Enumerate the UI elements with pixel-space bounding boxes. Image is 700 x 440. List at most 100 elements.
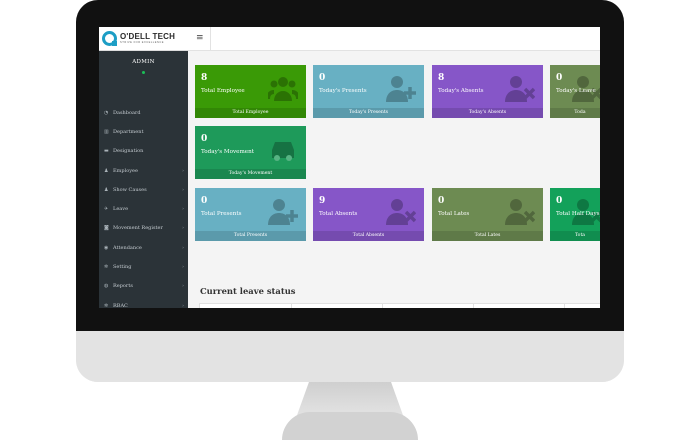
brand-name: O'DELL TECH <box>120 31 176 41</box>
stat-title: Total Presents <box>201 211 242 217</box>
stat-value: 0 <box>201 134 208 144</box>
sidebar-item-label: Employee <box>113 167 138 174</box>
dashboard-content: 8 Total Employee Total Employee 0 Today's Pr… <box>188 51 600 308</box>
leave-type-cell: Sick Leave <box>200 304 292 308</box>
stat-value: 0 <box>556 73 563 83</box>
user-add-icon <box>268 196 298 226</box>
report-icon: ◍ <box>104 283 109 290</box>
sidebar-item-label: Show Causes <box>113 186 147 193</box>
stat-footer-link[interactable]: Total Employee <box>195 108 306 118</box>
sidebar-item-label: Designation <box>113 148 144 155</box>
sidebar-item-show-causes[interactable]: ♟ Show Causes › <box>99 180 188 199</box>
leave-stat-cell: Leave Balance: 10 <box>474 304 565 308</box>
car-icon <box>268 134 298 164</box>
sidebar-item-label: Attendance <box>113 244 142 251</box>
user-remove-icon <box>505 196 536 226</box>
chevron-right-icon: › <box>182 206 184 213</box>
online-status-dot <box>142 71 145 74</box>
leave-status-table: Sick LeaveTotal Leave: 10Spent Leave: 0L… <box>199 303 600 308</box>
dashboard-icon: ◔ <box>104 109 109 116</box>
chevron-right-icon: › <box>182 186 184 193</box>
stat-card-total-lates[interactable]: 0 Total Lates Total Lates <box>432 188 543 241</box>
users-icon: ♟ <box>104 186 109 193</box>
stat-card-today-s-absents[interactable]: 8 Today's Absents Today's Absents <box>432 65 543 118</box>
stat-title: Today's Movement <box>201 149 254 155</box>
stat-footer-link[interactable]: Today's Movement <box>195 169 306 179</box>
sidebar-item-label: Setting <box>113 264 132 271</box>
chevron-right-icon: › <box>182 264 184 271</box>
chevron-right-icon: › <box>182 244 184 251</box>
stat-value: 0 <box>201 196 208 206</box>
stat-card-today-s-movement[interactable]: 0 Today's Movement Today's Movement <box>195 126 306 179</box>
stat-title: Total Lates <box>438 211 470 217</box>
leave-stat-cell: Total Leave: 10 <box>292 304 383 308</box>
sidebar-item-label: Reports <box>113 283 133 290</box>
stat-card-total-presents[interactable]: 0 Total Presents Total Presents <box>195 188 306 241</box>
stat-footer-link[interactable]: Total Presents <box>195 231 306 241</box>
sidebar-item-label: Movement Register <box>113 225 163 232</box>
stat-footer-link[interactable]: Tota <box>550 231 600 241</box>
stat-value: 0 <box>319 73 326 83</box>
user-remove-icon <box>386 196 417 226</box>
sidebar-item-setting[interactable]: ✲ Setting › <box>99 257 188 276</box>
stat-card-total-half-days[interactable]: 0 Total Half Days Tota <box>550 188 600 241</box>
stat-footer-link[interactable]: Total Lates <box>432 231 543 241</box>
stat-title: Today's Leave <box>556 88 596 94</box>
user-panel: ADMIN <box>99 51 188 103</box>
stat-card-total-employee[interactable]: 8 Total Employee Total Employee <box>195 65 306 118</box>
car-icon: ◙ <box>104 225 109 232</box>
users-icon: ♟ <box>104 167 109 174</box>
stat-title: Today's Presents <box>319 88 367 94</box>
sidebar-item-employee[interactable]: ♟ Employee › <box>99 161 188 180</box>
stat-footer-link[interactable]: Toda <box>550 108 600 118</box>
user-role: ADMIN <box>132 59 155 65</box>
monitor-stand-base <box>282 412 418 440</box>
chevron-right-icon: › <box>182 225 184 232</box>
stat-card-total-absents[interactable]: 9 Total Absents Total Absents <box>313 188 424 241</box>
leave-status-title: Current leave status <box>200 286 296 296</box>
sidebar-item-reports[interactable]: ◍ Reports › <box>99 277 188 296</box>
sidebar-item-designation[interactable]: ▬ Designation <box>99 142 188 161</box>
chevron-right-icon: › <box>182 283 184 290</box>
sidebar-item-movement-register[interactable]: ◙ Movement Register › <box>99 219 188 238</box>
monitor-chin <box>76 331 624 382</box>
stat-title: Total Half Days <box>556 211 600 217</box>
sidebar-item-label: RBAC <box>113 302 128 308</box>
gear-icon: ✲ <box>104 302 109 308</box>
sidebar-nav: ◔ Dashboard ▥ Department ▬ Designation ♟ Employ… <box>99 103 188 308</box>
brand-tagline: STRIVE FOR EXCELLENCE <box>120 40 164 44</box>
sidebar-item-department[interactable]: ▥ Department <box>99 122 188 141</box>
user-remove-icon <box>505 73 536 103</box>
sidebar-item-attendance[interactable]: ◉ Attendance › <box>99 238 188 257</box>
stat-title: Total Employee <box>201 88 245 94</box>
sidebar-item-leave[interactable]: ✈ Leave › <box>99 199 188 218</box>
plane-icon: ✈ <box>104 206 109 213</box>
sidebar-item-label: Department <box>113 128 144 135</box>
stat-title: Today's Absents <box>438 88 484 94</box>
stat-value: 9 <box>319 196 326 206</box>
app-screen: O'DELL TECH STRIVE FOR EXCELLENCE ADMIN … <box>99 27 600 308</box>
brand-logo[interactable]: O'DELL TECH STRIVE FOR EXCELLENCE <box>99 27 188 51</box>
sidebar: O'DELL TECH STRIVE FOR EXCELLENCE ADMIN … <box>99 27 188 308</box>
sidebar-item-label: Dashboard <box>113 109 141 116</box>
stat-value: 8 <box>438 73 445 83</box>
leave-stat-cell: Year: 2022 <box>565 304 600 308</box>
stat-card-today-s-leave[interactable]: 0 Today's Leave Toda <box>550 65 600 118</box>
bank-icon: ▥ <box>104 128 109 135</box>
hamburger-icon[interactable]: ≡ <box>196 34 204 43</box>
user-circle-icon: ◉ <box>104 244 109 251</box>
stat-footer-link[interactable]: Today's Absents <box>432 108 543 118</box>
leave-stat-cell: Spent Leave: 0 <box>383 304 474 308</box>
stat-card-today-s-presents[interactable]: 0 Today's Presents Today's Presents <box>313 65 424 118</box>
stat-value: 8 <box>201 73 208 83</box>
group-icon <box>266 73 300 103</box>
gear-icon: ✲ <box>104 264 109 271</box>
stat-value: 0 <box>438 196 445 206</box>
briefcase-icon: ▬ <box>104 148 109 155</box>
sidebar-item-rbac[interactable]: ✲ RBAC › <box>99 296 188 308</box>
stat-footer-link[interactable]: Today's Presents <box>313 108 424 118</box>
desktop-monitor-mockup: O'DELL TECH STRIVE FOR EXCELLENCE ADMIN … <box>0 0 700 440</box>
chevron-right-icon: › <box>182 302 184 308</box>
sidebar-item-dashboard[interactable]: ◔ Dashboard <box>99 103 188 122</box>
stat-footer-link[interactable]: Total Absents <box>313 231 424 241</box>
